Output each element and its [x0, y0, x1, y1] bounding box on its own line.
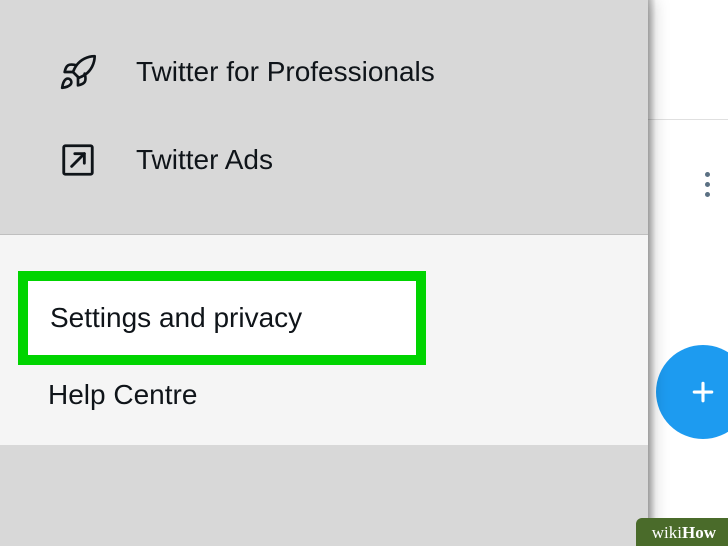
dot-icon: [705, 172, 710, 177]
menu-label-professionals: Twitter for Professionals: [136, 56, 435, 88]
watermark-how: How: [682, 523, 716, 542]
compose-fab[interactable]: [656, 345, 728, 439]
drawer-shadow: [648, 0, 656, 546]
dot-icon: [705, 192, 710, 197]
menu-item-ads[interactable]: Twitter Ads: [0, 116, 648, 204]
menu-label-ads: Twitter Ads: [136, 144, 273, 176]
wikihow-watermark: wikiHow: [636, 518, 728, 546]
spacer: [0, 204, 648, 234]
menu-item-professionals[interactable]: Twitter for Professionals: [0, 28, 648, 116]
menu-section-features: Twitter for Professionals Twitter Ads: [0, 0, 648, 234]
dot-icon: [705, 182, 710, 187]
plus-icon: [688, 377, 718, 407]
menu-item-settings-highlighted[interactable]: Settings and privacy: [18, 271, 426, 365]
background-panel: [648, 0, 728, 546]
background-top-section: [648, 0, 728, 120]
more-options-button[interactable]: [705, 172, 710, 197]
watermark-wiki: wiki: [652, 523, 682, 542]
rocket-icon: [56, 50, 100, 94]
menu-label-settings: Settings and privacy: [50, 302, 302, 334]
menu-label-help: Help Centre: [48, 379, 197, 411]
external-link-box-icon: [56, 138, 100, 182]
